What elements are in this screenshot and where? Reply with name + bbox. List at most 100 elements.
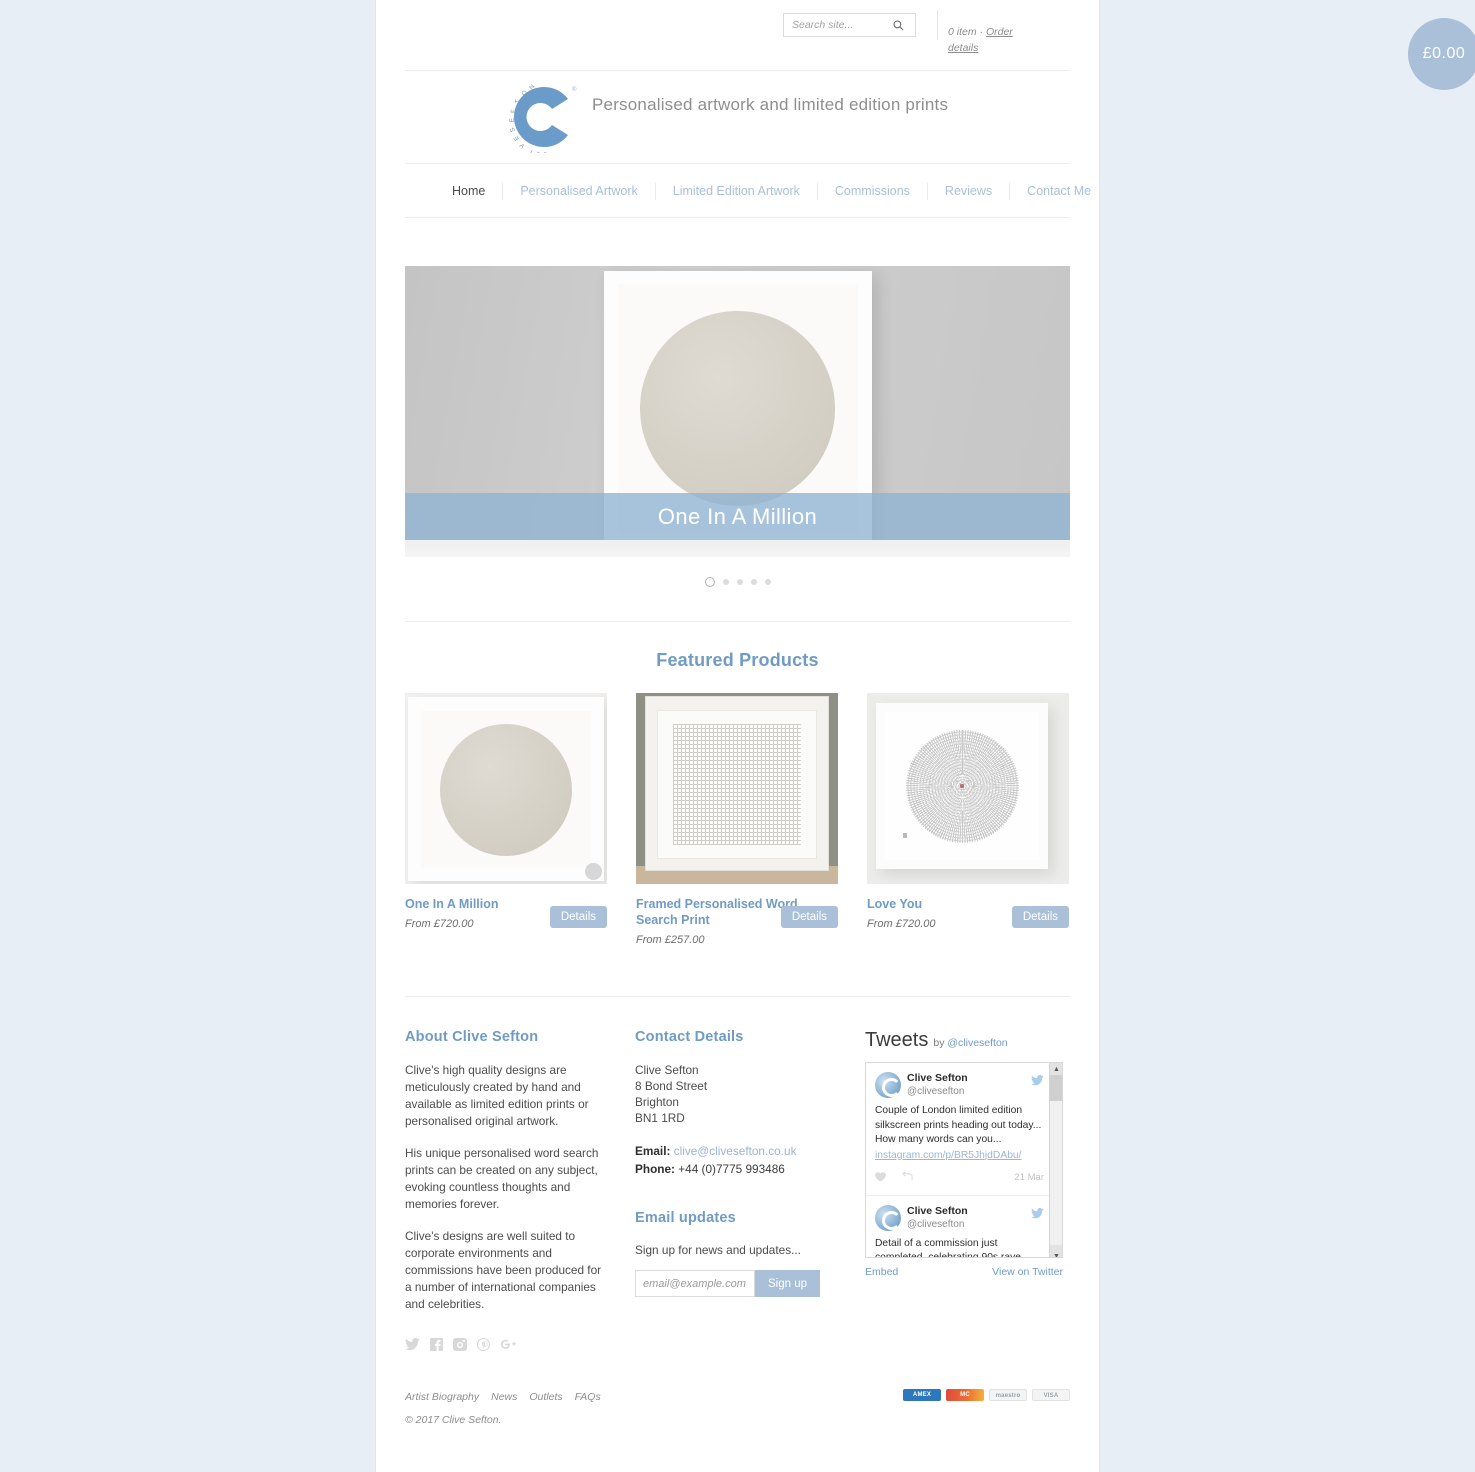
hero-caption-text: One In A Million	[657, 503, 818, 529]
tweets-byline: by @clivesefton	[933, 1037, 1007, 1049]
copyright-text: © 2017 Clive Sefton.	[405, 1414, 502, 1426]
svg-text:F: F	[510, 109, 517, 113]
social-links	[405, 1338, 605, 1351]
mastercard-icon: MC	[946, 1389, 984, 1401]
maestro-icon: maestro	[989, 1389, 1027, 1401]
search-box[interactable]	[783, 13, 916, 37]
thumb-mat	[657, 710, 817, 859]
about-heading: About Clive Sefton	[405, 1029, 539, 1045]
pinterest-icon[interactable]	[477, 1338, 490, 1351]
about-paragraph: Clive's high quality designs are meticul…	[405, 1063, 589, 1128]
nav-item-commissions[interactable]: Commissions	[816, 181, 927, 200]
footer-link-outlets[interactable]: Outlets	[529, 1391, 562, 1403]
footer-columns: About Clive Sefton Clive's high quality …	[405, 997, 1070, 1465]
product-details-button[interactable]: Details	[1011, 906, 1069, 928]
footer-link-faqs[interactable]: FAQs	[575, 1391, 601, 1403]
footer-bottom-bar: Artist Biography News Outlets FAQs © 201…	[405, 1381, 1070, 1465]
about-paragraph: His unique personalised word search prin…	[405, 1146, 599, 1211]
product-image-love-you[interactable]	[867, 693, 1069, 884]
contact-address: Clive Sefton 8 Bond Street Brighton BN1 …	[635, 1062, 835, 1126]
utility-divider	[937, 10, 938, 40]
hero-slide[interactable]: One In A Million	[405, 266, 1070, 557]
svg-text:L: L	[534, 150, 541, 153]
twitter-timeline-widget[interactable]: Clive Sefton @clivesefton Couple of Lond…	[865, 1062, 1063, 1258]
cart-summary: 0 item · Order details	[948, 24, 1028, 56]
scroll-up-arrow[interactable]: ▲	[1050, 1063, 1062, 1075]
tweet-author-names: Clive Sefton @clivesefton	[907, 1205, 968, 1231]
facebook-icon[interactable]	[430, 1338, 443, 1351]
carousel-dot-4[interactable]	[750, 579, 757, 585]
contact-email-row: Email: clive@clivesefton.co.uk	[635, 1142, 835, 1160]
reply-icon[interactable]	[902, 1169, 913, 1187]
footer-link-artist-biography[interactable]: Artist Biography	[405, 1391, 479, 1403]
tweet-link[interactable]: instagram.com/p/BR5JhjdDAbu/	[875, 1150, 1044, 1161]
scrollbar-thumb[interactable]	[1050, 1075, 1062, 1101]
watermark-logo	[585, 863, 602, 880]
tweet-text: Couple of London limited edition silkscr…	[875, 1105, 1042, 1145]
twitter-bird-icon	[1031, 1206, 1044, 1224]
site-logo[interactable]: ® N O T F E S E V I L C	[504, 81, 580, 158]
nav-item-personalised-artwork[interactable]: Personalised Artwork	[502, 181, 654, 200]
email-signup-form: Sign up	[635, 1270, 835, 1297]
product-image-word-search-print[interactable]	[636, 693, 838, 884]
avatar	[875, 1072, 901, 1098]
featured-products-heading: Featured Products	[656, 650, 819, 670]
carousel-dot-2[interactable]	[722, 579, 729, 585]
nav-item-home[interactable]: Home	[435, 182, 502, 200]
tweet-item[interactable]: Clive Sefton @clivesefton Couple of Lond…	[866, 1063, 1062, 1196]
product-details-button[interactable]: Details	[549, 906, 607, 928]
thumb-frame	[876, 703, 1048, 869]
twitter-widget-footer: Embed View on Twitter	[865, 1266, 1063, 1278]
svg-text:C: C	[542, 150, 548, 153]
product-meta: One In A Million From £720.00 Details	[405, 896, 607, 952]
email-updates-subtext: Sign up for news and updates...	[635, 1243, 801, 1257]
nav-item-limited-edition-artwork[interactable]: Limited Edition Artwork	[654, 181, 817, 200]
email-label: Email:	[635, 1144, 671, 1158]
carousel-dots	[405, 577, 1070, 587]
tweet-author: Clive Sefton @clivesefton	[875, 1072, 1044, 1098]
view-on-twitter-link[interactable]: View on Twitter	[992, 1266, 1063, 1278]
carousel-dot-3[interactable]	[736, 579, 743, 585]
instagram-icon[interactable]	[453, 1338, 467, 1351]
product-card: One In A Million From £720.00 Details	[405, 693, 607, 952]
phone-label: Phone:	[635, 1162, 675, 1176]
contact-column: Contact Details Clive Sefton 8 Bond Stre…	[635, 1029, 835, 1351]
email-signup-button[interactable]: Sign up	[755, 1270, 821, 1297]
utility-bar-container: 0 item · Order details	[405, 0, 1070, 71]
tweets-header: Tweets by @clivesefton	[865, 1029, 1070, 1052]
product-details-button[interactable]: Details	[780, 906, 838, 928]
timeline-scrollbar[interactable]: ▲ ▼	[1049, 1063, 1062, 1257]
footer-link-news[interactable]: News	[491, 1391, 517, 1403]
carousel-dot-1[interactable]	[704, 577, 715, 587]
site-tagline: Personalised artwork and limited edition…	[592, 95, 949, 114]
utility-bar: 0 item · Order details	[405, 0, 1070, 71]
hero-artwork-disc	[640, 310, 835, 506]
scroll-down-arrow[interactable]: ▼	[1050, 1245, 1062, 1257]
thumb-word-search-grid	[673, 724, 801, 845]
product-image-one-in-a-million[interactable]	[405, 693, 607, 884]
nav-item-contact-me[interactable]: Contact Me	[1009, 181, 1108, 200]
carousel-dot-5[interactable]	[764, 579, 771, 585]
email-signup-input[interactable]	[635, 1270, 755, 1297]
email-link[interactable]: clive@clivesefton.co.uk	[674, 1144, 797, 1158]
basket-total-bubble[interactable]: £0.00	[1408, 18, 1475, 90]
tweet-author-name: Clive Sefton	[907, 1072, 968, 1084]
search-input[interactable]	[784, 19, 888, 31]
svg-text:®: ®	[572, 86, 577, 93]
tweets-handle-link[interactable]: @clivesefton	[947, 1037, 1007, 1049]
product-price: From £257.00	[636, 934, 705, 946]
nav-item-reviews[interactable]: Reviews	[926, 181, 1009, 200]
product-meta: Love You From £720.00 Details	[867, 896, 1069, 952]
twitter-icon[interactable]	[405, 1338, 420, 1351]
product-card: Love You From £720.00 Details	[867, 693, 1069, 952]
hero-carousel: One In A Million	[405, 218, 1070, 622]
twitter-bird-icon	[1031, 1073, 1044, 1091]
brand-bar: ® N O T F E S E V I L C	[405, 71, 1070, 164]
like-icon[interactable]	[875, 1169, 886, 1187]
page-shell: 0 item · Order details £0.00 ® N O T F	[376, 0, 1475, 1472]
cart-separator: ·	[979, 26, 984, 38]
tweet-embed-link[interactable]: Embed	[865, 1266, 898, 1278]
googleplus-icon[interactable]	[500, 1338, 516, 1351]
tweet-item[interactable]: Clive Sefton @clivesefton Detail of a co…	[866, 1196, 1062, 1257]
search-icon[interactable]	[888, 19, 908, 31]
